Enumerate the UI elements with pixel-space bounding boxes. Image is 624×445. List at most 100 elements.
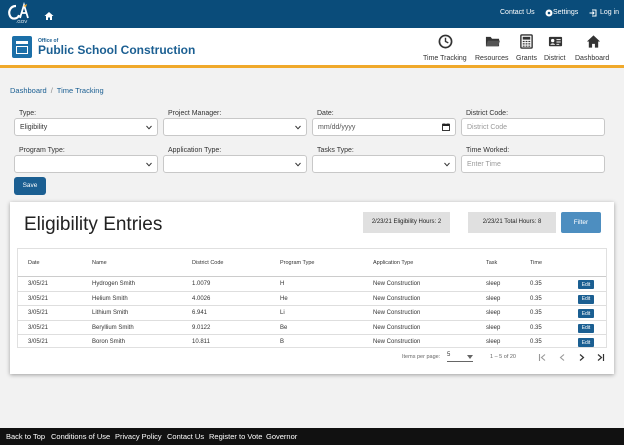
login-link[interactable]: Log in	[600, 9, 619, 16]
first-page-icon[interactable]	[538, 353, 547, 362]
cell-date: 3/05/21	[28, 339, 49, 345]
calendar-icon[interactable]	[442, 123, 450, 131]
cell-task: sleep	[486, 295, 501, 302]
cell-district-code: 1.0079	[192, 281, 211, 287]
opsc-logo[interactable]	[12, 36, 32, 58]
chevron-down-icon	[444, 162, 450, 167]
edit-button[interactable]: Edit	[578, 309, 594, 318]
edit-button[interactable]: Edit	[578, 323, 594, 333]
cell-time: 0.35	[530, 339, 542, 345]
program-type-select[interactable]	[14, 155, 158, 173]
total-hours-badge: 2/23/21 Total Hours: 8	[468, 212, 556, 233]
next-page-icon[interactable]	[577, 353, 586, 362]
nav-label: Time Tracking	[423, 55, 467, 62]
footer-link-privacy-policy[interactable]: Privacy Policy	[115, 432, 162, 441]
cell-date: 3/05/21	[28, 324, 49, 331]
nav-grants[interactable]: Grants	[514, 28, 540, 68]
entries-title: Eligibility Entries	[24, 214, 163, 235]
cell-program-type: He	[280, 295, 288, 302]
cell-application-type: New Construction	[373, 324, 421, 331]
login-icon[interactable]	[589, 9, 597, 17]
type-label: Type:	[19, 110, 37, 117]
type-select[interactable]: Eligibility	[14, 118, 158, 136]
footer-link-back-to-top[interactable]: Back to Top	[6, 432, 45, 441]
cell-name: Beryllium Smith	[92, 324, 134, 331]
breadcrumb: Dashboard / Time Tracking	[10, 86, 104, 95]
last-page-icon[interactable]	[596, 353, 605, 362]
items-per-page-select[interactable]: 5	[447, 352, 473, 362]
breadcrumb-separator: /	[50, 86, 53, 95]
cell-task: sleep	[486, 310, 501, 316]
column-header-time[interactable]: Time	[530, 260, 542, 266]
cell-application-type: New Construction	[373, 310, 421, 316]
district-code-label: District Code:	[466, 110, 509, 117]
cell-name: Boron Smith	[92, 339, 126, 345]
home-icon[interactable]	[44, 8, 54, 20]
nav-district[interactable]: District	[542, 28, 570, 68]
column-header-task[interactable]: Task	[486, 260, 497, 266]
nav-label: Resources	[475, 55, 509, 62]
column-header-application-type[interactable]: Application Type	[373, 260, 413, 266]
save-button[interactable]: Save	[14, 177, 46, 195]
nav-time-tracking[interactable]: Time Tracking	[420, 28, 472, 68]
home-icon	[586, 35, 601, 48]
cell-application-type: New Construction	[373, 295, 421, 302]
application-type-select[interactable]	[163, 155, 307, 173]
date-input[interactable]: mm/dd/yyyy	[312, 118, 456, 136]
project-manager-select[interactable]	[163, 118, 307, 136]
entries-card: Eligibility Entries 2/23/21 Eligibility …	[10, 202, 614, 374]
contact-us-link[interactable]: Contact Us	[500, 9, 535, 16]
nav-resources[interactable]: Resources	[474, 28, 512, 68]
table-row: 3/05/21 Lithium Smith 6.941 Li New Const…	[18, 306, 606, 321]
chevron-down-icon	[146, 162, 152, 167]
tasks-type-select[interactable]	[312, 155, 456, 173]
cell-time: 0.35	[530, 281, 542, 287]
edit-button[interactable]: Edit	[578, 294, 594, 304]
filter-button[interactable]: Filter	[561, 212, 601, 233]
cell-program-type: Li	[280, 310, 285, 316]
cell-name: Lithium Smith	[92, 310, 129, 316]
table-row: 3/05/21 Beryllium Smith 9.0122 Be New Co…	[18, 321, 606, 335]
program-type-label: Program Type:	[19, 147, 65, 154]
district-code-input[interactable]: District Code	[461, 118, 605, 136]
footer-link-contact-us[interactable]: Contact Us	[167, 432, 204, 441]
chevron-down-icon	[467, 355, 473, 359]
items-per-page-label: Items per page:	[402, 354, 441, 360]
column-header-name[interactable]: Name	[92, 260, 107, 266]
cell-program-type: H	[280, 281, 285, 287]
cell-program-type: Be	[280, 324, 288, 331]
column-header-program-type[interactable]: Program Type	[280, 260, 314, 266]
time-worked-input[interactable]: Enter Time	[461, 155, 605, 173]
breadcrumb-time-tracking[interactable]: Time Tracking	[57, 86, 104, 95]
site-header: Office of Public School Construction Tim…	[0, 28, 624, 68]
previous-page-icon[interactable]	[558, 353, 567, 362]
cell-name: Hydrogen Smith	[92, 281, 136, 287]
cell-task: sleep	[486, 281, 501, 287]
gear-icon[interactable]	[545, 9, 553, 17]
footer-link-governor[interactable]: Governor	[266, 432, 297, 441]
top-bar: .GOV Contact Us Settings Log in	[0, 0, 624, 28]
cell-time: 0.35	[530, 310, 542, 316]
table-row: 3/05/21 Hydrogen Smith 1.0079 H New Cons…	[18, 277, 606, 292]
cell-time: 0.35	[530, 324, 542, 331]
org-name[interactable]: Public School Construction	[38, 43, 195, 57]
nav-dashboard[interactable]: Dashboard	[574, 28, 614, 68]
footer-link-register-to-vote[interactable]: Register to Vote	[209, 432, 262, 441]
settings-link[interactable]: Settings	[553, 9, 578, 16]
page-range: 1 – 5 of 20	[490, 354, 516, 360]
table-row: 3/05/21 Boron Smith 10.811 B New Constru…	[18, 335, 606, 347]
column-header-district-code[interactable]: District Code	[192, 260, 223, 266]
footer-link-conditions-of-use[interactable]: Conditions of Use	[51, 432, 110, 441]
folder-icon	[485, 36, 500, 47]
ca-gov-logo[interactable]: .GOV	[6, 1, 32, 24]
column-header-date[interactable]: Date	[28, 260, 40, 266]
tasks-type-label: Tasks Type:	[317, 147, 354, 154]
cell-task: sleep	[486, 339, 501, 345]
eligibility-hours-badge: 2/23/21 Eligibility Hours: 2	[363, 212, 450, 233]
site-footer: Back to Top Conditions of Use Privacy Po…	[0, 428, 624, 445]
breadcrumb-dashboard[interactable]: Dashboard	[10, 86, 47, 95]
cell-program-type: B	[280, 339, 285, 345]
edit-button[interactable]: Edit	[578, 280, 594, 289]
edit-button[interactable]: Edit	[578, 338, 594, 347]
calculator-icon	[520, 34, 533, 49]
